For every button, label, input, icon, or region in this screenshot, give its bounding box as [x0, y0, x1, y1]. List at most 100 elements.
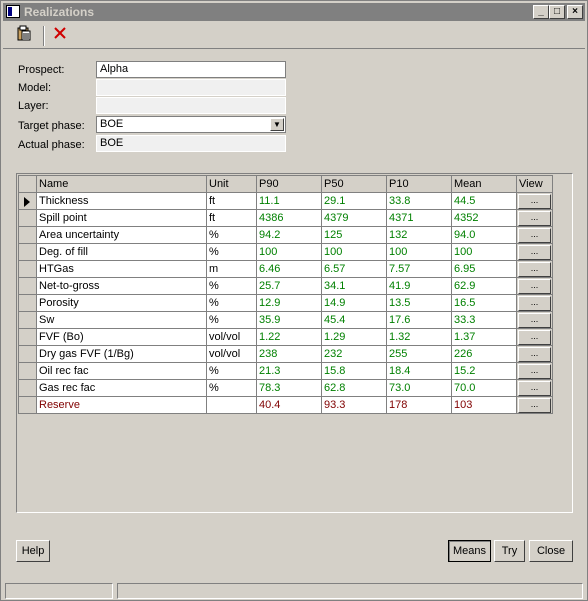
cell-mean[interactable]: 4352	[451, 209, 517, 227]
cell-p10[interactable]: 100	[386, 243, 452, 261]
table-row[interactable]: Reserve 40.4 93.3 178 103...	[18, 396, 553, 414]
cell-p50[interactable]: 4379	[321, 209, 387, 227]
view-button[interactable]: ...	[518, 193, 551, 209]
cell-unit[interactable]: %	[206, 379, 257, 397]
cell-unit[interactable]: vol/vol	[206, 328, 257, 346]
cell-mean[interactable]: 70.0	[451, 379, 517, 397]
table-row[interactable]: Gas rec fac% 78.3 62.8 73.0 70.0...	[18, 379, 553, 397]
table-row[interactable]: Sw% 35.9 45.4 17.6 33.3...	[18, 311, 553, 329]
cell-p10[interactable]: 178	[386, 396, 452, 414]
cell-p50[interactable]: 100	[321, 243, 387, 261]
column-header-name[interactable]: Name	[36, 175, 207, 193]
column-header-mean[interactable]: Mean	[451, 175, 517, 193]
cell-p10[interactable]: 7.57	[386, 260, 452, 278]
try-button[interactable]: Try	[494, 540, 525, 562]
close-window-button[interactable]: ×	[567, 5, 583, 19]
row-header[interactable]	[18, 260, 37, 278]
cell-name[interactable]: HTGas	[36, 260, 207, 278]
table-row[interactable]: Dry gas FVF (1/Bg) vol/vol 238 232 255 226...	[18, 345, 553, 363]
column-header-p10[interactable]: P10	[386, 175, 452, 193]
cell-name[interactable]: FVF (Bo)	[36, 328, 207, 346]
cell-p50[interactable]: 125	[321, 226, 387, 244]
table-row[interactable]: HTGas m 6.46 6.57 7.57 6.95...	[18, 260, 553, 278]
cell-name[interactable]: Deg. of fill	[36, 243, 207, 261]
cell-p90[interactable]: 11.1	[256, 192, 322, 210]
cell-p10[interactable]: 41.9	[386, 277, 452, 295]
cell-p50[interactable]: 15.8	[321, 362, 387, 380]
cell-p50[interactable]: 1.29	[321, 328, 387, 346]
cell-p50[interactable]: 14.9	[321, 294, 387, 312]
cell-p10[interactable]: 132	[386, 226, 452, 244]
cell-p50[interactable]: 34.1	[321, 277, 387, 295]
cell-p10[interactable]: 33.8	[386, 192, 452, 210]
view-button[interactable]: ...	[518, 312, 551, 328]
view-button[interactable]: ...	[518, 397, 551, 413]
table-row[interactable]: FVF (Bo) vol/vol 1.22 1.29 1.32 1.37...	[18, 328, 553, 346]
cell-unit[interactable]: %	[206, 294, 257, 312]
cell-mean[interactable]: 226	[451, 345, 517, 363]
table-row[interactable]: Deg. of fill% 100 100 100 100...	[18, 243, 553, 261]
cell-p50[interactable]: 45.4	[321, 311, 387, 329]
row-header[interactable]	[18, 277, 37, 295]
cell-p50[interactable]: 29.1	[321, 192, 387, 210]
cell-unit[interactable]: ft	[206, 209, 257, 227]
actual-phase-field[interactable]: BOE	[96, 135, 286, 152]
cell-name[interactable]: Dry gas FVF (1/Bg)	[36, 345, 207, 363]
cell-p50[interactable]: 93.3	[321, 396, 387, 414]
cell-p10[interactable]: 4371	[386, 209, 452, 227]
cell-p10[interactable]: 18.4	[386, 362, 452, 380]
view-button[interactable]: ...	[518, 278, 551, 294]
row-header[interactable]	[18, 294, 37, 312]
row-header[interactable]	[18, 345, 37, 363]
cell-p90[interactable]: 21.3	[256, 362, 322, 380]
cell-p90[interactable]: 35.9	[256, 311, 322, 329]
table-row[interactable]: Porosity% 12.9 14.9 13.5 16.5...	[18, 294, 553, 312]
cell-name[interactable]: Porosity	[36, 294, 207, 312]
cell-p10[interactable]: 17.6	[386, 311, 452, 329]
cell-mean[interactable]: 100	[451, 243, 517, 261]
cell-name[interactable]: Gas rec fac	[36, 379, 207, 397]
maximize-button[interactable]: □	[549, 5, 565, 19]
cell-unit[interactable]: %	[206, 277, 257, 295]
cell-p10[interactable]: 255	[386, 345, 452, 363]
view-button[interactable]: ...	[518, 363, 551, 379]
cell-p10[interactable]: 13.5	[386, 294, 452, 312]
cell-mean[interactable]: 16.5	[451, 294, 517, 312]
cell-p90[interactable]: 238	[256, 345, 322, 363]
title-bar[interactable]: Realizations _ □ ×	[3, 3, 585, 21]
view-button[interactable]: ...	[518, 227, 551, 243]
cell-p90[interactable]: 1.22	[256, 328, 322, 346]
view-button[interactable]: ...	[518, 261, 551, 277]
cell-name[interactable]: Spill point	[36, 209, 207, 227]
column-header-view[interactable]: View	[516, 175, 553, 193]
cell-unit[interactable]: m	[206, 260, 257, 278]
help-button[interactable]: Help	[16, 540, 50, 562]
cell-mean[interactable]: 94.0	[451, 226, 517, 244]
cell-p90[interactable]: 100	[256, 243, 322, 261]
cell-p90[interactable]: 94.2	[256, 226, 322, 244]
means-button[interactable]: Means	[448, 540, 491, 562]
cell-p90[interactable]: 78.3	[256, 379, 322, 397]
cell-name[interactable]: Oil rec fac	[36, 362, 207, 380]
cell-mean[interactable]: 103	[451, 396, 517, 414]
view-button[interactable]: ...	[518, 244, 551, 260]
cell-unit[interactable]: %	[206, 226, 257, 244]
cell-mean[interactable]: 62.9	[451, 277, 517, 295]
prospect-field[interactable]: Alpha	[96, 61, 286, 78]
row-header[interactable]	[18, 192, 37, 210]
delete-icon[interactable]	[48, 25, 72, 47]
cell-p90[interactable]: 12.9	[256, 294, 322, 312]
cell-name[interactable]: Net-to-gross	[36, 277, 207, 295]
cell-unit[interactable]	[206, 396, 257, 414]
table-row[interactable]: Thickness ft 11.1 29.1 33.8 44.5...	[18, 192, 553, 210]
view-button[interactable]: ...	[518, 295, 551, 311]
view-button[interactable]: ...	[518, 346, 551, 362]
cell-name[interactable]: Area uncertainty	[36, 226, 207, 244]
cell-mean[interactable]: 1.37	[451, 328, 517, 346]
cell-mean[interactable]: 33.3	[451, 311, 517, 329]
cell-p10[interactable]: 1.32	[386, 328, 452, 346]
cell-mean[interactable]: 6.95	[451, 260, 517, 278]
target-phase-select[interactable]: BOE ▼	[96, 116, 286, 133]
cell-mean[interactable]: 44.5	[451, 192, 517, 210]
close-button[interactable]: Close	[529, 540, 573, 562]
